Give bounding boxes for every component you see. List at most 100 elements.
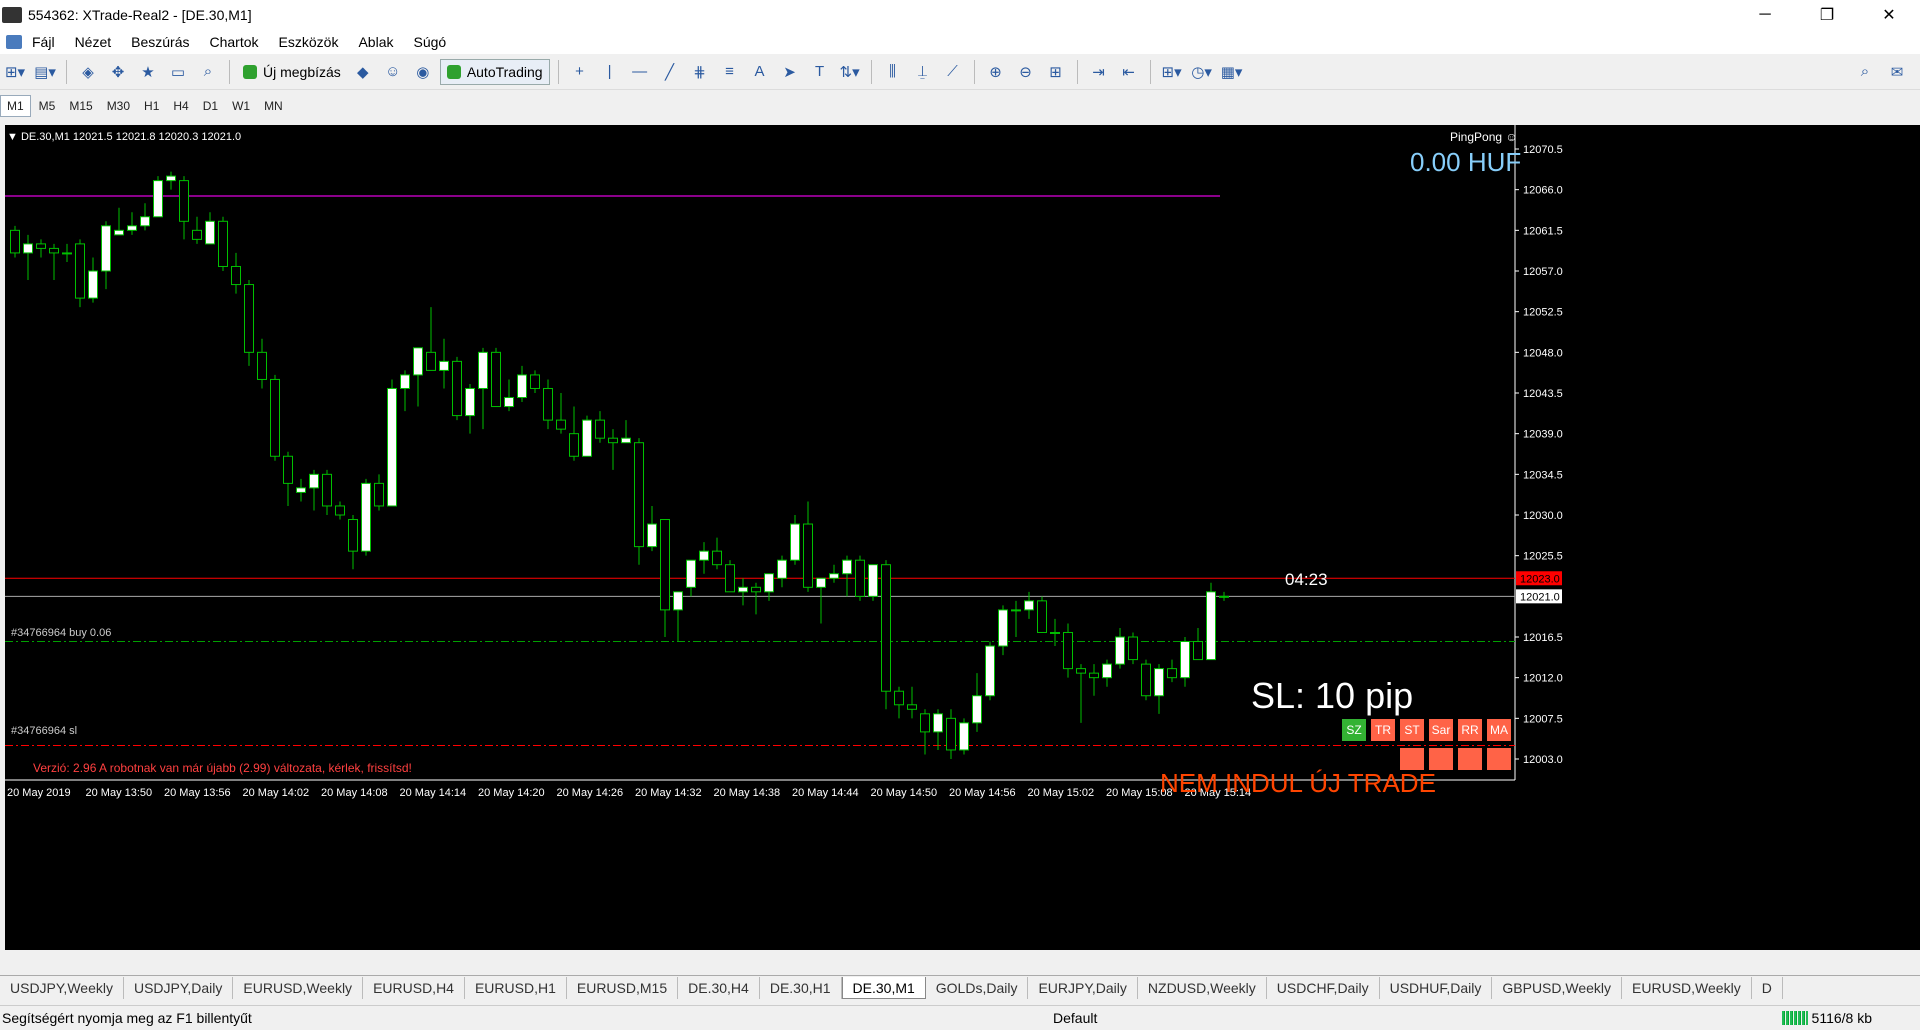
candle-body [777,559,787,579]
chart-tab[interactable]: USDCHF,Daily [1267,976,1380,999]
market-watch-icon[interactable]: ◈ [75,59,101,85]
periods-icon[interactable]: ◷▾ [1189,59,1215,85]
terminal-icon[interactable]: ▭ [165,59,191,85]
fibonacci-icon[interactable]: ≡ [717,59,743,85]
price-chart[interactable]: 12070.5 12066.0 12061.5 12057.0 12052.5 12048… [5,125,1920,950]
ea-button-label[interactable]: Sar [1432,723,1451,737]
chart-tab[interactable]: GBPUSD,Weekly [1492,976,1623,999]
autoscroll-icon[interactable]: ⇥ [1086,59,1112,85]
search-icon[interactable]: ⌕ [1852,59,1878,85]
chart-shift-icon[interactable]: ⇤ [1116,59,1142,85]
chart-tab[interactable]: DE.30,H1 [760,976,842,999]
stop-icon[interactable] [1400,748,1424,770]
chart-tab[interactable]: USDJPY,Weekly [0,976,124,999]
time-axis-label: 20 May 15:02 [1028,787,1095,799]
chart-tab[interactable]: EURUSD,Weekly [233,976,364,999]
maximize-button[interactable]: ❐ [1796,0,1858,30]
chart-tab[interactable]: EURUSD,H1 [465,976,567,999]
timeframe-w1[interactable]: W1 [226,96,256,116]
timeframe-d1[interactable]: D1 [197,96,224,116]
signals-icon[interactable]: ◉ [410,59,436,85]
ea-button-label[interactable]: SZ [1346,723,1361,737]
ea-button-label[interactable]: TR [1375,723,1391,737]
community-icon[interactable]: ☺ [380,59,406,85]
line-chart-icon[interactable]: ⟋ [940,59,966,85]
price-axis-label: 12052.5 [1523,307,1563,319]
navigator-icon[interactable]: ★ [135,59,161,85]
chat-icon[interactable]: ✉ [1884,59,1910,85]
chart-tab[interactable]: EURUSD,Weekly [1622,976,1752,999]
candle-body [114,229,124,236]
candle-body [1219,595,1229,598]
ea-button-label[interactable]: MA [1490,723,1508,737]
profiles-icon[interactable]: ▤▾ [32,59,58,85]
chart-tab[interactable]: DE.30,M1 [841,976,926,999]
menu-view[interactable]: Nézet [65,34,122,50]
timeframe-h4[interactable]: H4 [167,96,194,116]
chart-canvas[interactable]: 12070.5 12066.0 12061.5 12057.0 12052.5 12048… [5,125,1920,950]
chart-tab[interactable]: EURUSD,M15 [567,976,679,999]
timeframe-m5[interactable]: M5 [33,96,62,116]
bar-chart-icon[interactable]: ⫼ [880,59,906,85]
windows-icon[interactable] [1487,748,1511,770]
tile-windows-icon[interactable]: ⊞ [1043,59,1069,85]
chart-document-icon [6,35,22,49]
vertical-line-icon[interactable]: | [597,59,623,85]
help-hint: Segítségért nyomja meg az F1 billentyűt [2,1010,252,1026]
chart-tab[interactable]: D [1752,976,1783,999]
menu-window[interactable]: Ablak [348,34,403,50]
candle-body [790,523,800,561]
chart-tab[interactable]: USDJPY,Daily [124,976,234,999]
ea-button-label[interactable]: ST [1404,723,1420,737]
menu-charts[interactable]: Chartok [200,34,269,50]
chart-tab[interactable]: NZDUSD,Weekly [1138,976,1267,999]
autotrading-button[interactable]: AutoTrading [439,58,550,85]
crosshair-icon[interactable]: + [567,59,593,85]
candlestick-icon[interactable]: ⍊ [910,59,936,85]
timeframe-mn[interactable]: MN [258,96,289,116]
candle-body [1193,641,1203,661]
trendline-icon[interactable]: ╱ [657,59,683,85]
zoom-out-icon[interactable]: ⊖ [1013,59,1039,85]
cursor-icon[interactable]: ➤ [777,59,803,85]
timeframe-m15[interactable]: M15 [63,96,98,116]
ea-button-label[interactable]: RR [1461,723,1479,737]
chart-tab[interactable]: GOLDs,Daily [926,976,1029,999]
text-tool-icon[interactable]: A [747,59,773,85]
timeframe-m1[interactable]: M1 [0,95,31,117]
horizontal-line-icon[interactable]: — [627,59,653,85]
candle-body [1167,668,1177,679]
new-order-button[interactable]: Új megbízás [238,59,346,85]
menu-file[interactable]: Fájl [22,34,65,50]
chart-tab[interactable]: EURUSD,H4 [363,976,465,999]
channel-icon[interactable]: ⋕ [687,59,713,85]
templates-icon[interactable]: ▦▾ [1219,59,1245,85]
strategy-tester-icon[interactable]: ⌕ [195,59,221,85]
price-axis-label: 12043.5 [1523,388,1563,400]
chart-tab[interactable]: EURJPY,Daily [1028,976,1138,999]
candle-body [556,419,566,430]
timeframe-h1[interactable]: H1 [138,96,165,116]
menu-insert[interactable]: Beszúrás [121,34,199,50]
indicators-icon[interactable]: ⊞▾ [1159,59,1185,85]
data-window-icon[interactable]: ✥ [105,59,131,85]
close-button[interactable]: ✕ [1858,0,1920,30]
menu-help[interactable]: Súgó [403,34,456,50]
arrows-icon[interactable]: ⇅▾ [837,59,863,85]
candle-body [244,284,254,353]
zoom-in-icon[interactable]: ⊕ [983,59,1009,85]
new-chart-icon[interactable]: ⊞▾ [2,59,28,85]
label-tool-icon[interactable]: T [807,59,833,85]
connection-status[interactable]: 5116/8 kb [1781,1010,1872,1026]
metaeditor-icon[interactable]: ◆ [350,59,376,85]
reverse-icon[interactable] [1429,748,1453,770]
candle-body [946,717,956,751]
menu-tools[interactable]: Eszközök [269,34,349,50]
chart-tab[interactable]: DE.30,H4 [678,976,760,999]
chart-tab[interactable]: USDHUF,Daily [1380,976,1493,999]
minimize-button[interactable]: ─ [1734,0,1796,30]
timeframe-m30[interactable]: M30 [101,96,136,116]
profile-name[interactable]: Default [1053,1010,1097,1026]
app-logo-icon [2,7,22,23]
hand-icon[interactable] [1458,748,1482,770]
